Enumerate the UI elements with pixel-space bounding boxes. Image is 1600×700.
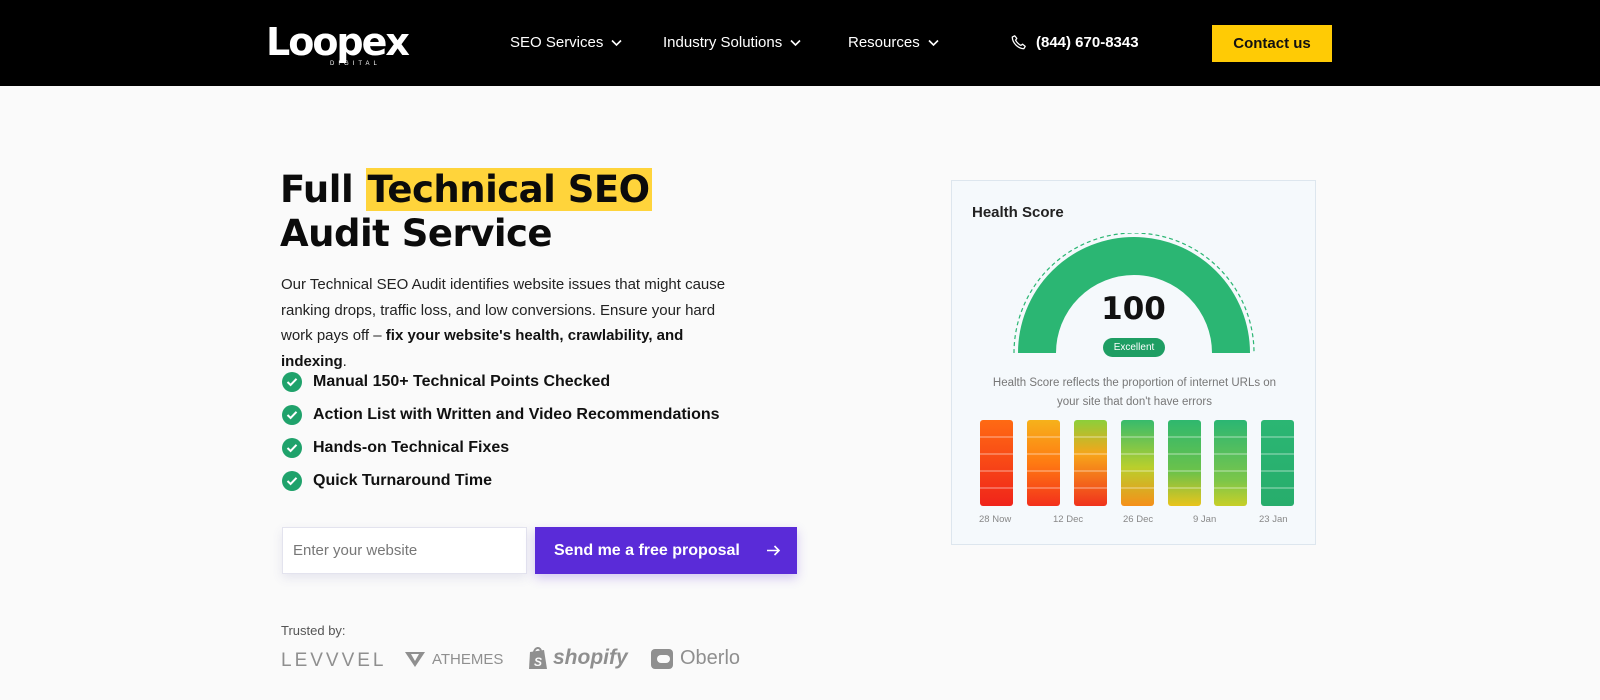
arrow-right-icon <box>767 545 781 556</box>
shopify-wordmark: shopify <box>553 646 628 669</box>
health-status-badge: Excellent <box>1103 338 1165 357</box>
checklist-item-label: Quick Turnaround Time <box>313 471 492 489</box>
phone-link[interactable]: (844) 670-8343 <box>1010 34 1139 51</box>
checklist-item: Quick Turnaround Time <box>282 464 720 497</box>
history-bar <box>1027 420 1060 506</box>
check-circle-icon <box>282 371 302 392</box>
athemes-wordmark: ATHEMES <box>432 650 504 668</box>
athemes-mark-icon <box>405 652 425 667</box>
history-bar <box>1121 420 1154 506</box>
nav-resources[interactable]: Resources <box>848 34 939 51</box>
nav-industry-solutions[interactable]: Industry Solutions <box>663 34 801 51</box>
logo-subtitle: DIGITAL <box>330 61 381 67</box>
date-label: 28 Now <box>979 514 1012 525</box>
oberlo-logo: Oberlo <box>650 647 740 670</box>
phone-icon <box>1011 35 1026 50</box>
contact-us-button[interactable]: Contact us <box>1212 25 1332 62</box>
title-prefix: Full <box>280 168 366 211</box>
shopify-bag-icon: S <box>529 647 547 669</box>
history-bar <box>1074 420 1107 506</box>
hero-description: Our Technical SEO Audit identifies websi… <box>281 272 741 374</box>
chevron-down-icon <box>790 39 801 46</box>
nav-industry-solutions-label: Industry Solutions <box>663 34 783 51</box>
title-highlight: Technical SEO <box>365 168 652 211</box>
page-title: Full Technical SEO Audit Service <box>280 168 652 256</box>
checklist-item: Action List with Written and Video Recom… <box>282 398 720 431</box>
health-score-value: 100 <box>1101 291 1166 327</box>
nav-seo-services-label: SEO Services <box>510 34 604 51</box>
history-bar <box>1261 420 1294 506</box>
oberlo-mark-icon <box>651 648 673 669</box>
svg-text:S: S <box>534 655 542 669</box>
checklist-item-label: Hands-on Technical Fixes <box>313 438 510 456</box>
date-label: 12 Dec <box>1053 514 1084 525</box>
trusted-by-label: Trusted by: <box>281 623 346 638</box>
health-history-bars <box>980 420 1294 506</box>
phone-number: (844) 670-8343 <box>1036 34 1139 51</box>
athemes-logo: ATHEMES <box>404 650 503 668</box>
shopify-logo: S shopify <box>527 645 628 671</box>
nav-seo-services[interactable]: SEO Services <box>510 34 622 51</box>
date-label: 9 Jan <box>1193 514 1217 525</box>
health-score-note: Health Score reflects the proportion of … <box>992 377 1277 408</box>
oberlo-wordmark: Oberlo <box>680 647 741 669</box>
logo-wordmark: Loopex <box>266 20 410 64</box>
history-bar <box>1214 420 1247 506</box>
chevron-down-icon <box>611 39 622 46</box>
health-score-card: Health Score 100 Excellent Health Score … <box>951 180 1316 545</box>
top-navigation-bar: Loopex DIGITAL SEO Services Industry Sol… <box>0 0 1600 86</box>
history-bar <box>1168 420 1201 506</box>
checklist-item-label: Action List with Written and Video Recom… <box>313 405 720 423</box>
check-circle-icon <box>282 470 302 491</box>
checklist-item-label: Manual 150+ Technical Points Checked <box>313 372 611 390</box>
date-label: 26 Dec <box>1123 514 1154 525</box>
checklist-item: Hands-on Technical Fixes <box>282 431 720 464</box>
levvel-logo: LEVVVEL <box>281 650 387 671</box>
history-bar <box>980 420 1013 506</box>
check-circle-icon <box>282 404 302 425</box>
loopex-logo[interactable]: Loopex DIGITAL <box>266 20 410 68</box>
title-line-2: Audit Service <box>280 212 553 255</box>
send-proposal-label: Send me a free proposal <box>554 541 740 559</box>
website-input[interactable] <box>282 527 527 574</box>
checklist-item: Manual 150+ Technical Points Checked <box>282 365 720 398</box>
health-score-title: Health Score <box>972 204 1064 221</box>
send-proposal-button[interactable]: Send me a free proposal <box>535 527 797 574</box>
date-label: 23 Jan <box>1259 514 1288 525</box>
nav-resources-label: Resources <box>848 34 920 51</box>
check-circle-icon <box>282 437 302 458</box>
feature-checklist: Manual 150+ Technical Points Checked Act… <box>282 365 720 497</box>
chevron-down-icon <box>928 39 939 46</box>
